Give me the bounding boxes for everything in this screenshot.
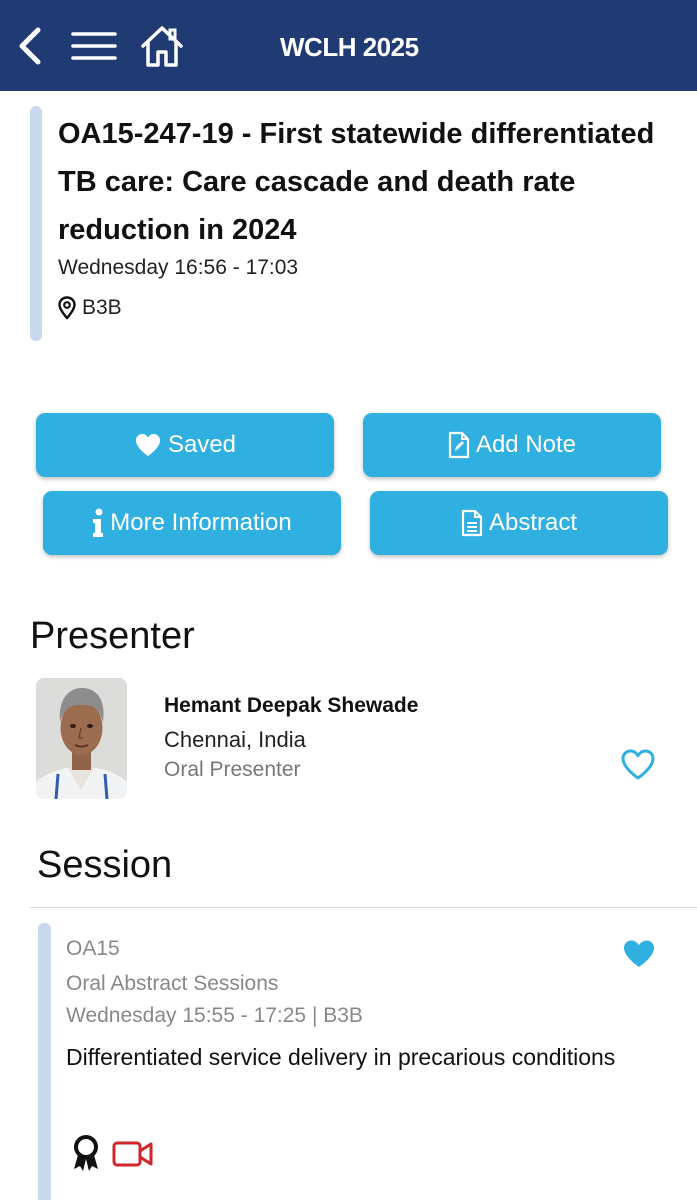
award-ribbon-icon (70, 1135, 102, 1173)
header-title: WCLH 2025 (280, 32, 419, 62)
presenter-favorite-button[interactable] (620, 748, 656, 782)
presenter-heading: Presenter (30, 615, 195, 657)
add-note-button[interactable]: Add Note (363, 413, 661, 477)
session-title[interactable]: Differentiated service delivery in preca… (66, 1041, 626, 1073)
abstract-button[interactable]: Abstract (370, 491, 668, 555)
abstract-label: Abstract (488, 509, 578, 536)
abstract-time: Wednesday 16:56 - 17:03 (58, 256, 299, 279)
session-time-location: Wednesday 15:55 - 17:25 | B3B (66, 1004, 363, 1027)
accent-bar (30, 106, 42, 341)
back-button[interactable] (8, 0, 52, 91)
edit-document-icon (448, 431, 470, 459)
presenter-role: Oral Presenter (164, 758, 301, 781)
menu-button[interactable] (68, 0, 120, 91)
hamburger-menu-icon (71, 31, 117, 60)
presenter-location: Chennai, India (164, 727, 306, 752)
heart-filled-icon (135, 434, 160, 456)
more-information-label: More Information (110, 509, 292, 536)
app-header: WCLH 2025 (0, 0, 697, 91)
map-pin-icon (58, 296, 76, 320)
saved-button[interactable]: Saved (36, 413, 334, 477)
session-favorite-button[interactable] (622, 938, 656, 970)
abstract-title: OA15-247-19 - First statewide differenti… (58, 118, 655, 246)
session-heading: Session (37, 844, 173, 886)
more-information-button[interactable]: More Information (43, 491, 341, 555)
info-icon (93, 508, 104, 537)
video-camera-icon[interactable] (112, 1140, 154, 1168)
home-icon (141, 25, 183, 67)
add-note-label: Add Note (475, 431, 577, 458)
presenter-name[interactable]: Hemant Deepak Shewade (164, 694, 418, 718)
abstract-location: B3B (58, 296, 122, 320)
presenter-photo (36, 678, 127, 799)
session-type: Oral Abstract Sessions (66, 972, 279, 995)
session-code[interactable]: OA15 (66, 937, 120, 961)
location-label: B3B (82, 296, 122, 319)
presenter-avatar[interactable] (36, 678, 127, 799)
home-button[interactable] (136, 0, 188, 91)
divider (30, 907, 697, 908)
heart-filled-icon (624, 940, 654, 967)
chevron-left-icon (19, 27, 41, 64)
abstract-card: OA15-247-19 - First statewide differenti… (30, 106, 670, 341)
session-accent-bar (38, 923, 51, 1200)
heart-outline-icon (621, 749, 655, 780)
document-icon (461, 509, 483, 537)
saved-label: Saved (167, 431, 237, 458)
